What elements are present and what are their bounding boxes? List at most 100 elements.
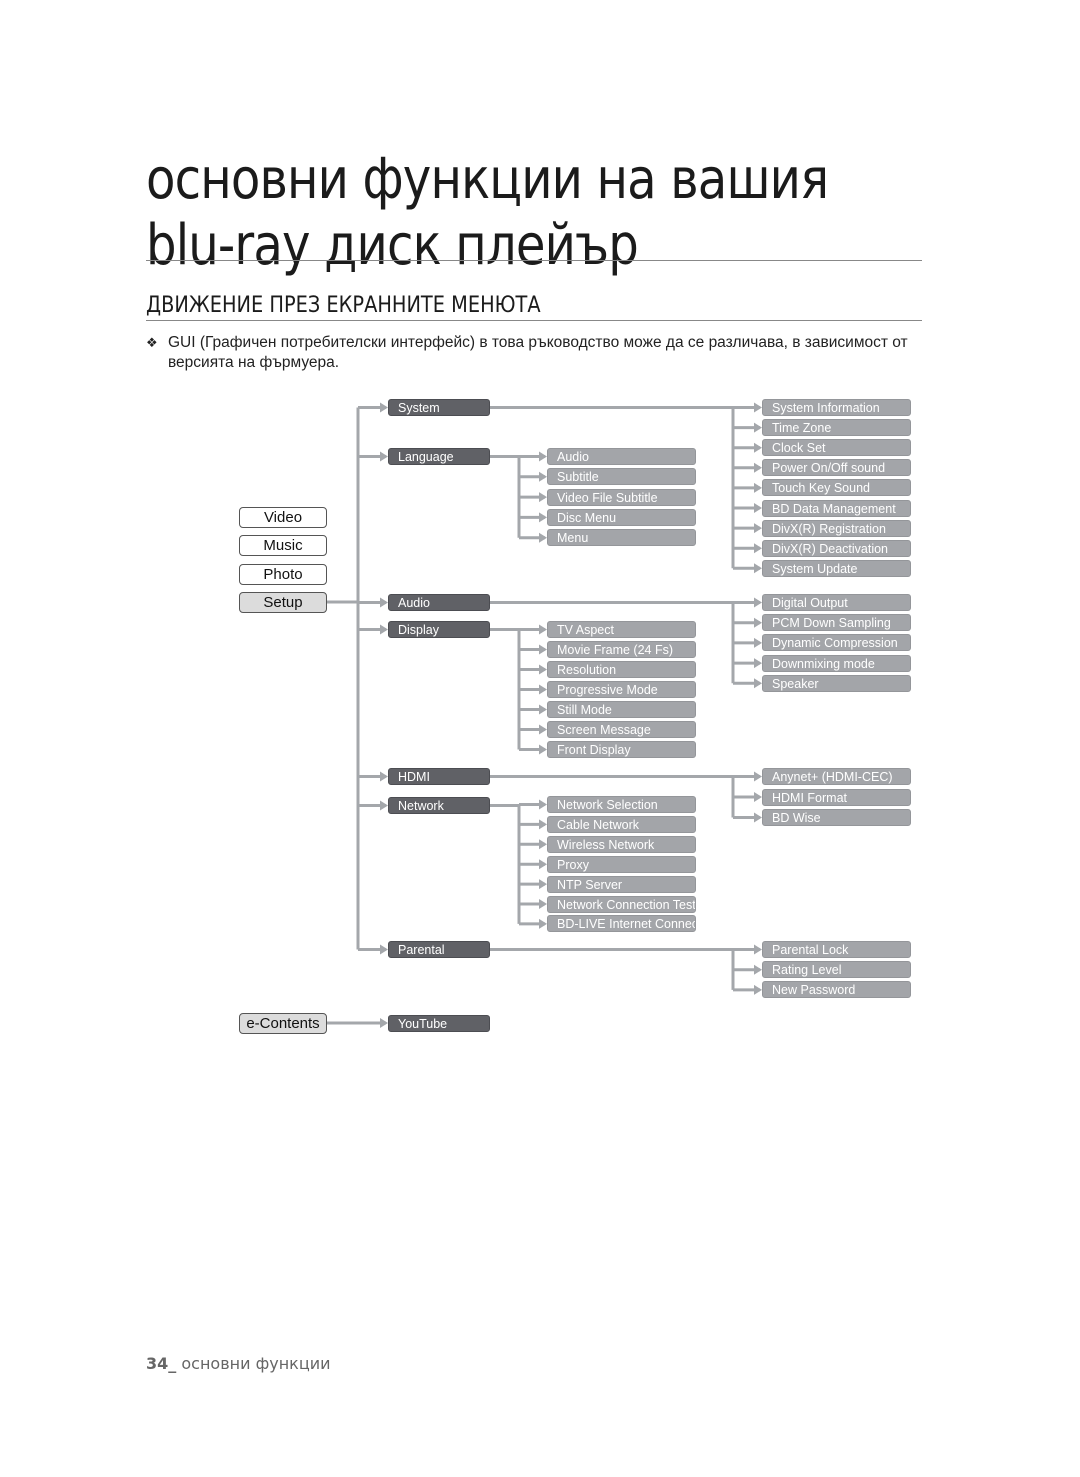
page-number: 34_ [146,1354,177,1373]
firmware-note: ❖ GUI (Графичен потребителски интерфейс)… [146,333,926,373]
submenu-item-digital-output[interactable]: Digital Output [762,594,911,611]
arrow-icon [539,859,547,870]
arrow-icon [539,644,547,655]
submenu-item-screen-message[interactable]: Screen Message [547,721,696,738]
arrow-icon [380,402,388,413]
submenu-item-pcm-down-sampling[interactable]: PCM Down Sampling [762,614,911,632]
submenu-item-subtitle[interactable]: Subtitle [547,468,696,486]
submenu-item-divx-r-registration[interactable]: DivX(R) Registration [762,519,911,537]
arrow-icon [539,471,547,482]
submenu-item-progressive-mode[interactable]: Progressive Mode [547,681,696,698]
arrow-icon [539,492,547,503]
setup-item-audio[interactable]: Audio [388,594,490,611]
arrow-icon [754,543,762,554]
submenu-item-movie-frame-24-fs[interactable]: Movie Frame (24 Fs) [547,641,696,658]
submenu-item-bd-wise[interactable]: BD Wise [762,809,911,826]
arrow-icon [539,451,547,462]
submenu-item-speaker[interactable]: Speaker [762,674,911,692]
arrow-icon [539,724,547,735]
arrow-icon [539,684,547,695]
setup-item-language[interactable]: Language [388,448,490,465]
submenu-item-divx-r-deactivation[interactable]: DivX(R) Deactivation [762,539,911,557]
submenu-item-touch-key-sound[interactable]: Touch Key Sound [762,479,911,497]
setup-item-parental[interactable]: Parental [388,941,490,958]
arrow-icon [539,819,547,830]
root-video[interactable]: Video [239,507,327,528]
submenu-item-system-update[interactable]: System Update [762,559,911,577]
submenu-item-dynamic-compression[interactable]: Dynamic Compression [762,634,911,652]
arrow-icon [380,624,388,635]
submenu-item-network-selection[interactable]: Network Selection [547,796,696,813]
page-title-line-2: blu-ray диск плейър [146,213,639,278]
arrow-icon [754,678,762,689]
submenu-item-parental-lock[interactable]: Parental Lock [762,941,911,958]
arrow-icon [754,503,762,513]
arrow-icon [754,964,762,975]
submenu-item-ntp-server[interactable]: NTP Server [547,875,696,893]
setup-item-system[interactable]: System [388,399,490,416]
root-setup[interactable]: Setup [239,592,327,613]
arrow-icon [539,624,547,635]
arrow-icon [754,482,762,493]
submenu-item-resolution[interactable]: Resolution [547,661,696,678]
submenu-item-bd-live-internet-connection[interactable]: BD-LIVE Internet Connection [547,915,696,933]
arrow-icon [380,800,388,811]
submenu-item-network-connection-test[interactable]: Network Connection Test [547,895,696,913]
section-heading: ДВИЖЕНИЕ ПРЕЗ ЕКРАННИТЕ МЕНЮТА [146,293,541,318]
submenu-item-tv-aspect[interactable]: TV Aspect [547,621,696,638]
setup-item-hdmi[interactable]: HDMI [388,768,490,785]
arrow-icon [539,799,547,810]
submenu-item-proxy[interactable]: Proxy [547,855,696,873]
submenu-item-wireless-network[interactable]: Wireless Network [547,835,696,853]
arrow-icon [754,944,762,955]
arrow-icon [380,451,388,462]
arrow-icon [754,563,762,574]
submenu-item-still-mode[interactable]: Still Mode [547,701,696,718]
arrow-icon [539,704,547,715]
submenu-item-menu[interactable]: Menu [547,529,696,547]
root-music[interactable]: Music [239,535,327,556]
arrow-icon [380,1018,388,1028]
arrow-icon [539,744,547,755]
diamond-bullet-icon: ❖ [146,335,158,350]
arrow-icon [754,792,762,802]
submenu-item-disc-menu[interactable]: Disc Menu [547,508,696,526]
submenu-item-rating-level[interactable]: Rating Level [762,961,911,979]
arrow-icon [754,658,762,669]
submenu-item-bd-data-management[interactable]: BD Data Management [762,499,911,517]
submenu-item-audio[interactable]: Audio [547,448,696,465]
submenu-item-cable-network[interactable]: Cable Network [547,815,696,833]
setup-item-network[interactable]: Network [388,797,490,814]
arrow-icon [539,532,547,543]
setup-item-display[interactable]: Display [388,621,490,638]
arrow-icon [754,422,762,433]
submenu-item-hdmi-format[interactable]: HDMI Format [762,788,911,806]
arrow-icon [539,879,547,890]
arrow-icon [754,523,762,534]
econtents-item-youtube[interactable]: YouTube [388,1015,490,1032]
title-rule [146,260,922,261]
arrow-icon [754,771,762,782]
root-photo[interactable]: Photo [239,564,327,585]
section-rule [146,320,922,321]
submenu-item-clock-set[interactable]: Clock Set [762,439,911,457]
submenu-item-power-on-off-sound[interactable]: Power On/Off sound [762,459,911,477]
note-text: GUI (Графичен потребителски интерфейс) в… [168,334,908,371]
root-econtents[interactable]: e-Contents [239,1013,327,1034]
submenu-item-new-password[interactable]: New Password [762,981,911,999]
arrow-icon [754,402,762,413]
arrow-icon [754,984,762,995]
submenu-item-system-information[interactable]: System Information [762,399,911,416]
submenu-item-front-display[interactable]: Front Display [547,741,696,758]
submenu-item-video-file-subtitle[interactable]: Video File Subtitle [547,488,696,506]
submenu-item-downmixing-mode[interactable]: Downmixing mode [762,654,911,672]
arrow-icon [380,597,388,608]
submenu-item-anynet-hdmi-cec[interactable]: Anynet+ (HDMI-CEC) [762,768,911,785]
page-title-line-1: основни функции на вашия [146,147,829,212]
submenu-item-time-zone[interactable]: Time Zone [762,419,911,437]
arrow-icon [754,462,762,473]
arrow-icon [380,944,388,955]
arrow-icon [539,512,547,523]
arrow-icon [754,617,762,628]
arrow-icon [754,442,762,453]
